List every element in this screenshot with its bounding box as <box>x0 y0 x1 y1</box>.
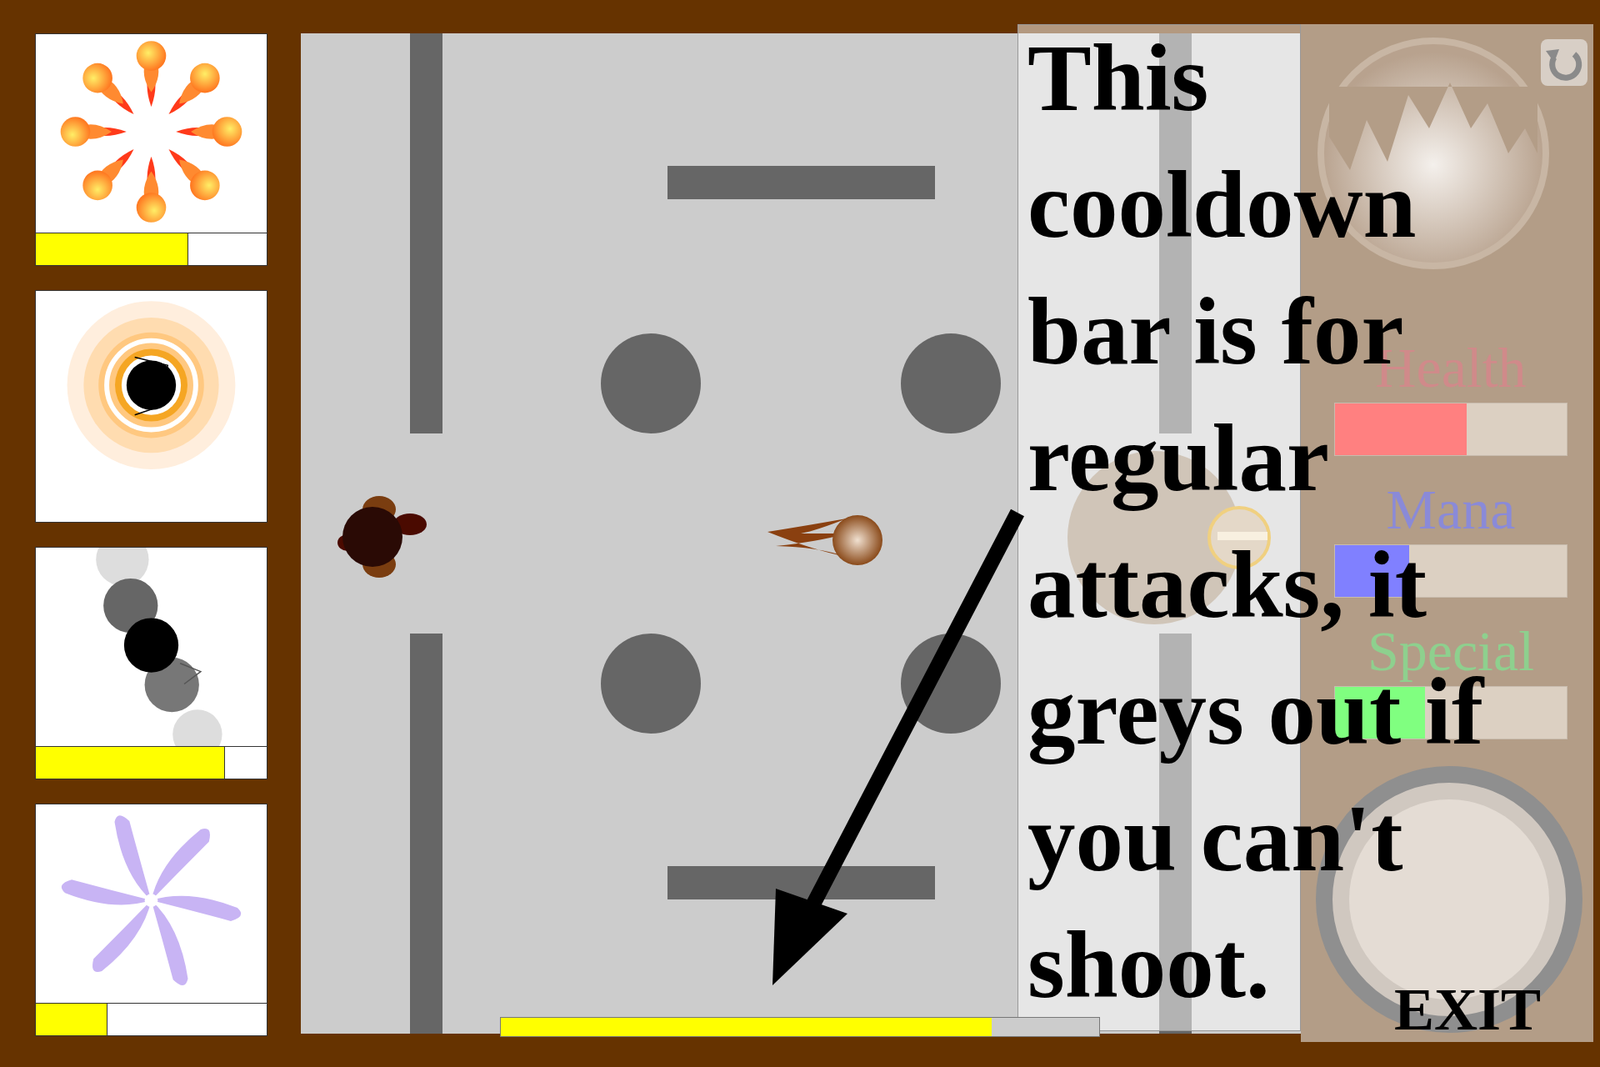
ability-card[interactable] <box>35 290 268 523</box>
stat-track <box>1334 402 1568 456</box>
wall <box>667 165 935 200</box>
tutorial-line: greys out if <box>1027 648 1484 775</box>
ability-cooldown-fill <box>35 746 225 779</box>
ability-cooldown-track <box>35 745 267 779</box>
tutorial-line: shoot. <box>1027 901 1484 1029</box>
ability-cooldown-track <box>35 232 267 265</box>
ability-column <box>0 0 268 1036</box>
attack-cooldown-bar <box>500 1016 1100 1037</box>
tutorial-line: attacks, it <box>1027 521 1484 649</box>
ability-cooldown-fill <box>35 1003 108 1035</box>
ability-icon <box>35 804 267 1003</box>
tutorial-line: cooldown <box>1027 141 1484 269</box>
tutorial-text: Thiscooldownbar is forregularattacks, it… <box>1027 15 1484 1029</box>
pillar <box>900 333 1001 434</box>
pillar <box>900 633 1001 734</box>
wall <box>410 33 443 434</box>
exit-button[interactable]: EXIT <box>1384 974 1551 1045</box>
wall <box>410 633 443 1034</box>
pillar <box>600 333 701 434</box>
ability-cooldown-fill <box>35 233 189 265</box>
fireball-icon <box>767 508 889 575</box>
tutorial-line: bar is for <box>1027 268 1484 395</box>
tutorial-line: This <box>1027 15 1484 142</box>
player-icon[interactable] <box>330 490 431 583</box>
ability-card[interactable] <box>35 803 268 1036</box>
ability-card[interactable] <box>35 546 268 780</box>
restart-icon[interactable] <box>1540 39 1588 86</box>
ability-card[interactable] <box>35 33 268 266</box>
ability-icon <box>35 290 267 490</box>
ability-cooldown-track <box>35 1002 267 1035</box>
ability-icon <box>35 547 267 746</box>
pillar <box>600 633 701 734</box>
attack-cooldown-fill <box>500 1017 992 1036</box>
tutorial-line: you can't <box>1027 775 1484 902</box>
wall <box>667 865 935 900</box>
tutorial-line: regular <box>1027 395 1484 522</box>
stat-fill <box>1335 403 1467 455</box>
ability-spacer <box>35 489 267 522</box>
ability-icon <box>35 34 267 233</box>
